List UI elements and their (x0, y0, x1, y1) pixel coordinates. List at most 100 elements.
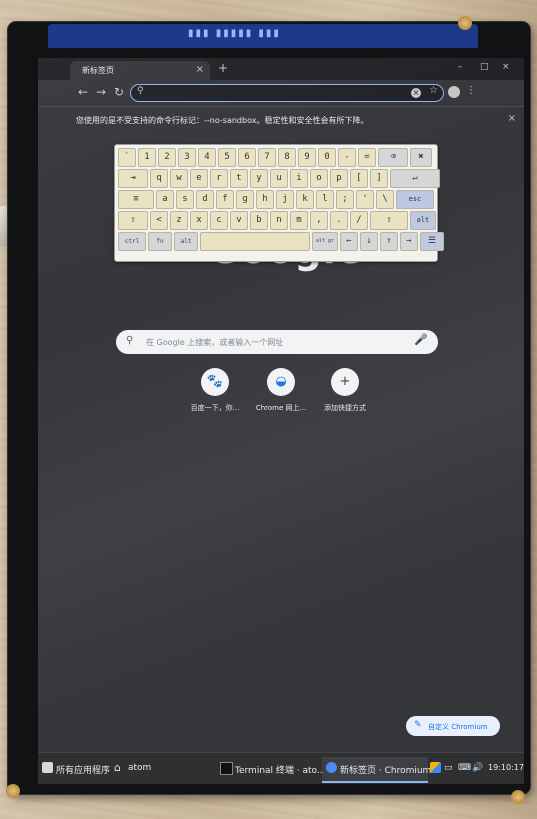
key[interactable]: g (236, 190, 254, 209)
key[interactable]: h (256, 190, 274, 209)
search-input[interactable]: ⚲ 在 Google 上搜索，或者输入一个网址 🎤 (116, 330, 438, 354)
key[interactable]: q (150, 169, 168, 188)
key[interactable]: 8 (278, 148, 296, 167)
key[interactable]: y (250, 169, 268, 188)
enter-key[interactable]: ↵ (390, 169, 440, 188)
home-icon[interactable]: ⌂ (114, 761, 121, 774)
clear-input-icon[interactable]: × (411, 88, 421, 98)
forward-icon[interactable]: → (96, 85, 106, 99)
menu-dots-icon[interactable]: ⋮ (466, 85, 476, 96)
key[interactable]: 7 (258, 148, 276, 167)
task-terminal[interactable]: Terminal 终端 · ato... (235, 763, 325, 776)
key[interactable]: d (196, 190, 214, 209)
key[interactable]: c (210, 211, 228, 230)
key[interactable]: ` (118, 148, 136, 167)
key[interactable]: 6 (238, 148, 256, 167)
key[interactable]: 5 (218, 148, 236, 167)
key[interactable]: ' (356, 190, 374, 209)
key[interactable]: 1 (138, 148, 156, 167)
shortcut-tile-chrome-store[interactable]: ◒ Chrome 网上... (246, 368, 316, 413)
shift-key[interactable]: ⇧ (118, 211, 148, 230)
key[interactable]: u (270, 169, 288, 188)
alt-key[interactable]: alt (410, 211, 436, 230)
key[interactable]: - (338, 148, 356, 167)
key[interactable]: 9 (298, 148, 316, 167)
keyboard-tray-icon[interactable]: ⌨ (458, 763, 471, 773)
key[interactable]: k (296, 190, 314, 209)
tab-new-tab[interactable]: 新标签页 × (70, 61, 210, 80)
key[interactable]: p (330, 169, 348, 188)
arrow-up-key[interactable]: ↑ (380, 232, 398, 251)
apps-menu-icon[interactable] (42, 762, 53, 773)
caps-key[interactable]: ≡ (118, 190, 154, 209)
home-label[interactable]: atom (128, 763, 151, 773)
task-chromium[interactable]: 新标签页 · Chromium (340, 763, 431, 776)
key[interactable]: = (358, 148, 376, 167)
key[interactable]: ; (336, 190, 354, 209)
key[interactable]: [ (350, 169, 368, 188)
key[interactable]: x (190, 211, 208, 230)
key[interactable]: m (290, 211, 308, 230)
tab-strip: 新标签页 × + – □ × (38, 58, 524, 80)
tab-close-icon[interactable]: × (196, 64, 204, 75)
key[interactable]: e (190, 169, 208, 188)
volume-icon[interactable]: 🔊 (472, 763, 483, 773)
key[interactable]: r (210, 169, 228, 188)
add-shortcut-button[interactable]: + 添加快捷方式 (310, 368, 380, 413)
key[interactable]: v (230, 211, 248, 230)
key[interactable]: . (330, 211, 348, 230)
key[interactable]: o (310, 169, 328, 188)
alt-key[interactable]: alt (174, 232, 198, 251)
keyboard-menu-key[interactable]: ☰ (420, 232, 444, 251)
key[interactable]: b (250, 211, 268, 230)
shift-key[interactable]: ⇧ (370, 211, 408, 230)
omnibox[interactable]: ⚲ × ☆ (130, 84, 444, 102)
profile-avatar-icon[interactable] (448, 86, 460, 98)
key[interactable]: 4 (198, 148, 216, 167)
key[interactable]: j (276, 190, 294, 209)
fn-key[interactable]: fn (148, 232, 172, 251)
apps-menu-label[interactable]: 所有应用程序 (56, 763, 110, 776)
shortcut-tile-baidu[interactable]: 🐾 百度一下，你... (180, 368, 250, 413)
key[interactable]: s (176, 190, 194, 209)
key[interactable]: \ (376, 190, 394, 209)
maximize-icon[interactable]: □ (480, 62, 489, 72)
bookmark-star-icon[interactable]: ☆ (429, 85, 438, 96)
new-tab-button[interactable]: + (218, 61, 228, 75)
key[interactable]: ] (370, 169, 388, 188)
key[interactable]: 3 (178, 148, 196, 167)
microphone-icon[interactable]: 🎤 (414, 333, 428, 346)
key[interactable]: n (270, 211, 288, 230)
key[interactable]: / (350, 211, 368, 230)
customize-button[interactable]: ✎ 自定义 Chromium (406, 716, 500, 736)
tab-key[interactable]: ⇥ (118, 169, 148, 188)
arrow-left-key[interactable]: ← (340, 232, 358, 251)
minimize-icon[interactable]: – (458, 62, 463, 72)
key[interactable]: a (156, 190, 174, 209)
backspace-key[interactable]: ⌫ (378, 148, 408, 167)
reload-icon[interactable]: ↻ (114, 85, 124, 99)
key[interactable]: < (150, 211, 168, 230)
key[interactable]: i (290, 169, 308, 188)
alt-gr-key[interactable]: alt gr (312, 232, 338, 251)
key[interactable]: w (170, 169, 188, 188)
pcb-silkscreen: ▮▮▮ ▮▮▮▮▮ ▮▮▮ (188, 28, 281, 39)
close-icon[interactable]: × (502, 62, 510, 72)
key[interactable]: f (216, 190, 234, 209)
arrow-down-key[interactable]: ↓ (360, 232, 378, 251)
close-keyboard-key[interactable]: ✖ (410, 148, 432, 167)
space-key[interactable]: space (200, 232, 310, 251)
infobar-close-icon[interactable]: × (508, 113, 516, 124)
key[interactable]: l (316, 190, 334, 209)
key[interactable]: , (310, 211, 328, 230)
tray-app-icon[interactable] (430, 762, 441, 773)
key[interactable]: 2 (158, 148, 176, 167)
ctrl-key[interactable]: ctrl (118, 232, 146, 251)
esc-key[interactable]: esc (396, 190, 434, 209)
back-icon[interactable]: ← (78, 85, 88, 99)
key[interactable]: t (230, 169, 248, 188)
arrow-right-key[interactable]: → (400, 232, 418, 251)
display-icon[interactable]: ▭ (444, 763, 453, 773)
key[interactable]: z (170, 211, 188, 230)
key[interactable]: 0 (318, 148, 336, 167)
